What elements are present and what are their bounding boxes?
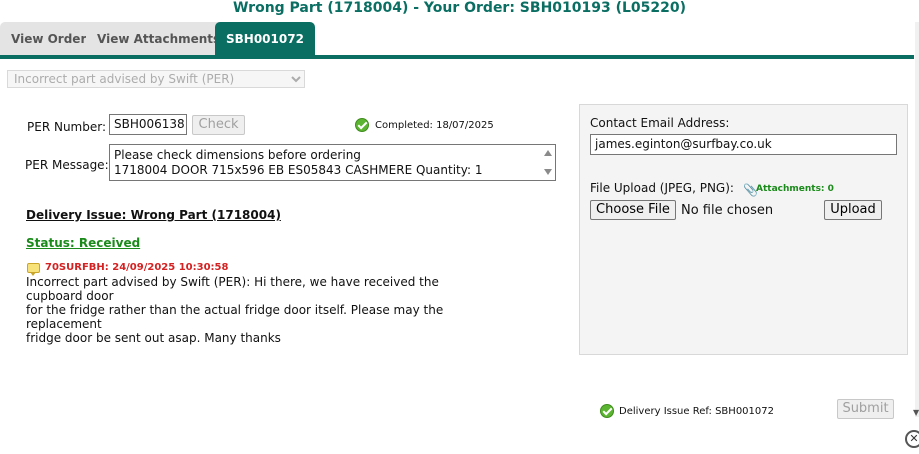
- completed-text: Completed: 18/07/2025: [375, 120, 494, 131]
- tab-divider: [0, 55, 914, 59]
- textarea-scrollbar[interactable]: [543, 147, 553, 178]
- choose-file-button[interactable]: Choose File: [590, 200, 676, 220]
- per-number-input[interactable]: SBH006138: [109, 114, 187, 135]
- comment-author: 70SURFBH: 24/09/2025 10:30:58: [45, 262, 229, 273]
- comment-line-2: for the fridge rather than the actual fr…: [26, 303, 444, 331]
- contact-email-label: Contact Email Address:: [590, 116, 730, 130]
- comment-icon: [27, 263, 40, 276]
- dialog-title: Wrong Part (1718004) - Your Order: SBH01…: [232, 0, 687, 16]
- per-message-label: PER Message:: [25, 158, 109, 172]
- tab-sbh001072[interactable]: SBH001072: [215, 22, 315, 55]
- upload-button[interactable]: Upload: [824, 200, 882, 220]
- reason-select[interactable]: Incorrect part advised by Swift (PER): [7, 70, 305, 88]
- tab-view-attachments[interactable]: View Attachments: [86, 22, 232, 55]
- file-upload-label: File Upload (JPEG, PNG):: [590, 181, 734, 195]
- delivery-issue-ref: Delivery Issue Ref: SBH001072: [619, 406, 774, 417]
- comment-body: Incorrect part advised by Swift (PER): H…: [26, 275, 486, 345]
- scroll-up-icon[interactable]: [544, 150, 552, 156]
- delivery-issue-heading: Delivery Issue: Wrong Part (1718004): [26, 208, 281, 222]
- per-number-label: PER Number:: [27, 120, 107, 134]
- tab-view-order[interactable]: View Order: [0, 22, 98, 55]
- check-button[interactable]: Check: [192, 115, 245, 135]
- scroll-down-icon[interactable]: [544, 169, 552, 175]
- no-file-chosen-text: No file chosen: [681, 203, 774, 218]
- per-message-line-1: Please check dimensions before ordering: [114, 148, 361, 162]
- vertical-scrollbar[interactable]: [915, 22, 919, 417]
- ref-check-icon: [600, 404, 614, 418]
- comment-line-3: fridge door be sent out asap. Many thank…: [26, 331, 281, 345]
- close-icon[interactable]: ✕: [905, 430, 919, 448]
- page-scroll-down-icon[interactable]: ▼: [913, 408, 919, 417]
- status-label: Status: Received: [26, 236, 141, 250]
- attachments-count: Attachments: 0: [756, 184, 834, 194]
- check-circle-icon: [355, 118, 369, 132]
- submit-button[interactable]: Submit: [837, 399, 894, 419]
- tab-bar: View Order View Attachments SBH001072: [0, 22, 914, 59]
- per-message-textarea[interactable]: Please check dimensions before ordering …: [109, 144, 556, 181]
- contact-email-input[interactable]: james.eginton@surfbay.co.uk: [590, 134, 897, 155]
- per-message-line-2: 1718004 DOOR 715x596 EB ES05843 CASHMERE…: [114, 163, 483, 177]
- comment-line-1: Incorrect part advised by Swift (PER): H…: [26, 275, 439, 303]
